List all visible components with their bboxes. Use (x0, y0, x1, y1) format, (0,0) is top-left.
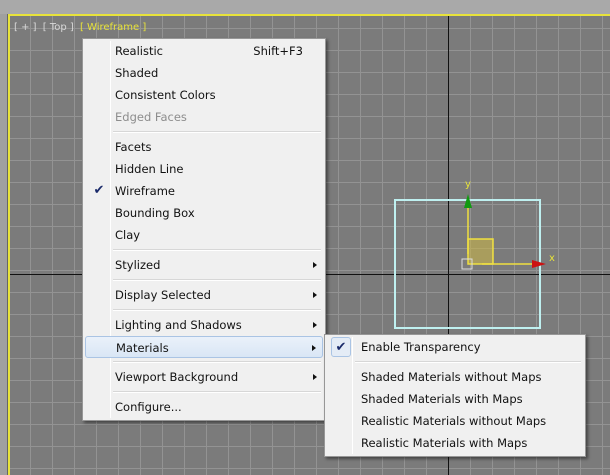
menu-item-label: Realistic Materials without Maps (361, 414, 547, 428)
menu-item-label: Lighting and Shadows (115, 318, 242, 332)
x-axis-label: x (549, 253, 555, 264)
menu-item-label: Edged Faces (115, 110, 187, 124)
menu-item-label: Stylized (115, 258, 161, 272)
menu-item-materials[interactable]: Materials (85, 336, 323, 358)
menu-separator (113, 131, 321, 133)
menu-separator (113, 361, 321, 363)
menu-item-viewport-background[interactable]: Viewport Background (85, 366, 323, 388)
menu-separator (113, 309, 321, 311)
menu-item-shaded-materials-without-maps[interactable]: Shaded Materials without Maps (327, 366, 583, 388)
menu-separator (113, 249, 321, 251)
menu-item-label: Realistic (115, 44, 164, 58)
menu-item-wireframe[interactable]: Wireframe ✔ (85, 180, 323, 202)
submenu-arrow-icon (313, 322, 317, 328)
menu-item-label: Hidden Line (115, 162, 184, 176)
menu-item-bounding-box[interactable]: Bounding Box (85, 202, 323, 224)
viewport-shading-menu: Realistic Shift+F3 Shaded Consistent Colors… (82, 38, 326, 421)
menu-item-label: Wireframe (115, 184, 175, 198)
menu-item-stylized[interactable]: Stylized (85, 254, 323, 276)
submenu-arrow-icon (313, 374, 317, 380)
menu-item-clay[interactable]: Clay (85, 224, 323, 246)
menu-item-label: Facets (115, 140, 152, 154)
menu-item-display-selected[interactable]: Display Selected (85, 284, 323, 306)
menu-item-lighting-and-shadows[interactable]: Lighting and Shadows (85, 314, 323, 336)
menu-item-label: Bounding Box (115, 206, 195, 220)
menu-item-enable-transparency[interactable]: Enable Transparency ✔ (327, 336, 583, 358)
submenu-arrow-icon (312, 345, 316, 351)
y-axis-label: y (465, 179, 471, 190)
menu-item-configure[interactable]: Configure... (85, 396, 323, 418)
materials-submenu: Enable Transparency ✔ Shaded Materials wit… (324, 334, 586, 457)
menu-item-edged-faces: Edged Faces (85, 106, 323, 128)
menu-item-realistic-materials-with-maps[interactable]: Realistic Materials with Maps (327, 432, 583, 454)
menu-item-label: Enable Transparency (361, 340, 481, 354)
checkmark-icon: ✔ (93, 183, 105, 198)
menu-item-label: Shaded (115, 66, 159, 80)
menu-item-realistic[interactable]: Realistic Shift+F3 (85, 40, 323, 62)
menu-separator (113, 279, 321, 281)
menu-item-label: Consistent Colors (115, 88, 216, 102)
menu-item-label: Viewport Background (115, 370, 239, 384)
menu-item-label: Shaded Materials with Maps (361, 392, 523, 406)
menu-item-label: Shaded Materials without Maps (361, 370, 542, 384)
menu-item-label: Configure... (115, 400, 182, 414)
menu-item-shaded[interactable]: Shaded (85, 62, 323, 84)
menu-item-realistic-materials-without-maps[interactable]: Realistic Materials without Maps (327, 410, 583, 432)
menu-item-label: Display Selected (115, 288, 211, 302)
top-toolbar-strip (0, 0, 610, 14)
menu-item-facets[interactable]: Facets (85, 136, 323, 158)
shortcut-label: Shift+F3 (253, 44, 303, 58)
menu-item-label: Materials (116, 341, 169, 355)
submenu-arrow-icon (313, 262, 317, 268)
submenu-arrow-icon (313, 292, 317, 298)
menu-item-consistent-colors[interactable]: Consistent Colors (85, 84, 323, 106)
menu-item-shaded-materials-with-maps[interactable]: Shaded Materials with Maps (327, 388, 583, 410)
menu-item-hidden-line[interactable]: Hidden Line (85, 158, 323, 180)
checkmark-icon: ✔ (331, 337, 351, 357)
menu-separator (355, 361, 581, 363)
menu-separator (113, 391, 321, 393)
menu-item-label: Realistic Materials with Maps (361, 436, 528, 450)
menu-item-label: Clay (115, 228, 141, 242)
left-panel-edge (0, 14, 8, 475)
